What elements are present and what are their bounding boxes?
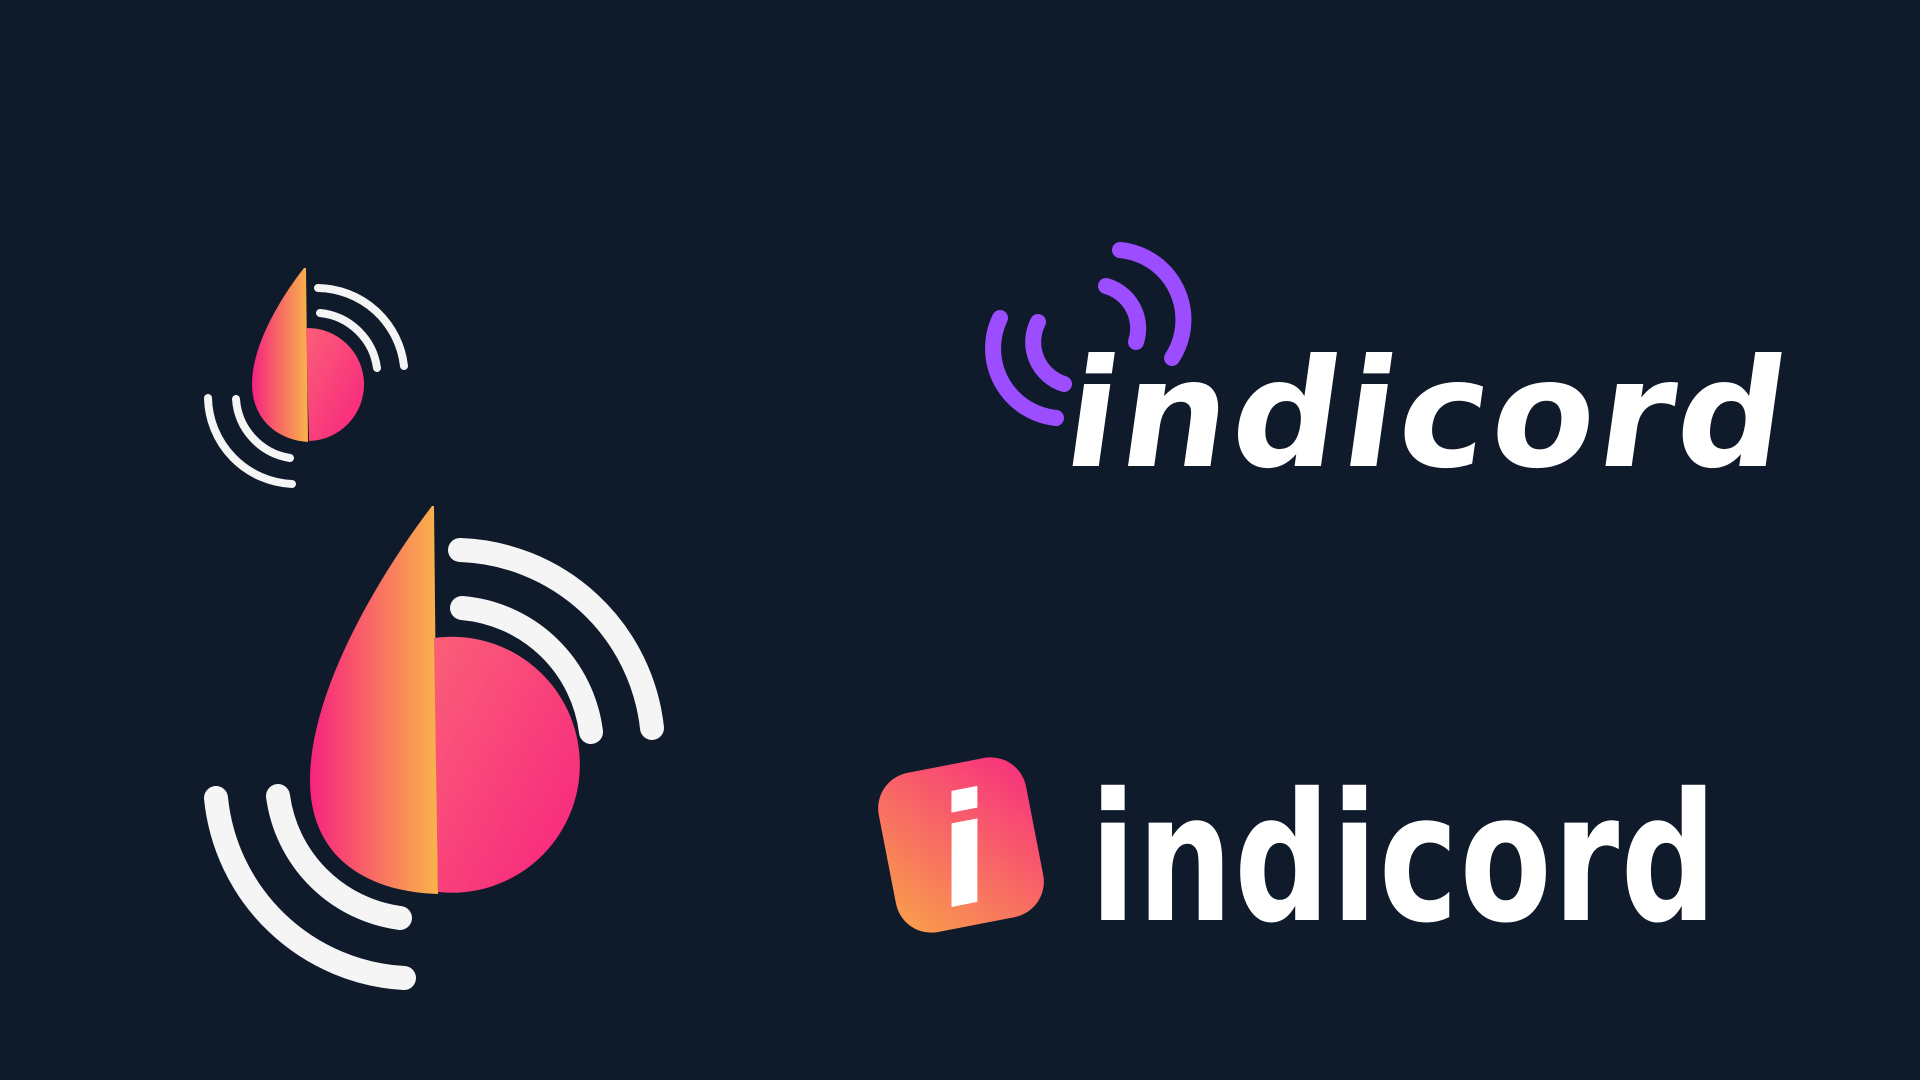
large-drop-left-half bbox=[310, 506, 438, 894]
small-drop-signal-logo bbox=[204, 268, 408, 488]
small-drop-left-half bbox=[252, 268, 308, 442]
broadcast-arc-left-inner bbox=[1025, 314, 1072, 392]
broadcast-wordmark-logo: indicord bbox=[985, 242, 1802, 502]
top-wordmark-text: indicord bbox=[1055, 327, 1802, 502]
large-drop-signal-logo bbox=[204, 506, 664, 990]
logo-artwork: indicord i indicord bbox=[204, 242, 1802, 990]
small-drop-right-half bbox=[306, 327, 365, 441]
logo-sheet-canvas: { "canvas": { "background_color": "#0f1a… bbox=[0, 0, 1920, 1080]
rounded-square-badge-icon: i bbox=[878, 757, 1044, 943]
badge-wordmark-logo: i indicord bbox=[878, 755, 1718, 962]
bottom-wordmark-text: indicord bbox=[1090, 755, 1718, 962]
